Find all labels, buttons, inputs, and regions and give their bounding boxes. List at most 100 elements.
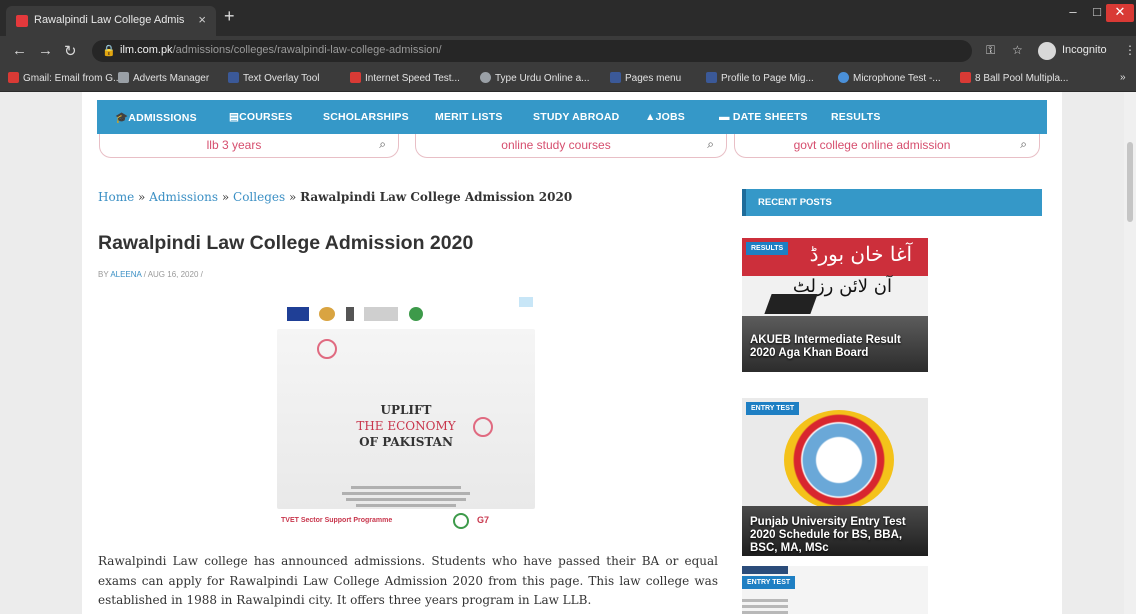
advertisement[interactable]: UPLIFT THE ECONOMY OF PAKISTAN TVET Sect…: [277, 295, 535, 535]
search-icon: ⌕: [707, 137, 714, 151]
ad-panel: UPLIFT THE ECONOMY OF PAKISTAN: [277, 329, 535, 509]
microphone-icon: [838, 72, 849, 83]
recent-post-card[interactable]: ENTRY TEST: [742, 566, 928, 614]
browser-toolbar: ← → ↻ 🔒 ilm.com.pk/admissions/colleges/r…: [0, 36, 1136, 66]
window-close-icon[interactable]: ✕: [1106, 4, 1134, 22]
university-logo-icon: [784, 410, 894, 510]
recent-post-card[interactable]: آغا خان بورڈ آن لائن رزلٹ RESULTS AKUEB …: [742, 238, 928, 372]
bookmark-item[interactable]: Type Urdu Online a...: [480, 72, 590, 84]
bookmark-label: 8 Ball Pool Multipla...: [975, 73, 1069, 84]
page-content: 🎓ADMISSIONS ▤COURSES SCHOLARSHIPS MERIT …: [82, 92, 1062, 614]
nav-item-scholarships[interactable]: SCHOLARSHIPS: [323, 111, 409, 123]
window-maximize-icon[interactable]: □: [1086, 4, 1108, 22]
ad-choices-icon[interactable]: [519, 297, 533, 307]
sidebar-header: RECENT POSTS: [742, 189, 1042, 216]
lightbulb-icon: [317, 339, 337, 359]
breadcrumb-admissions[interactable]: Admissions: [149, 190, 218, 204]
ad-fine-print: [339, 483, 473, 511]
recent-post-title[interactable]: AKUEB Intermediate Result 2020 Aga Khan …: [750, 334, 928, 360]
seal-icon: [453, 513, 469, 529]
nav-item-merit-lists[interactable]: MERIT LISTS: [435, 111, 503, 123]
url-path: /admissions/colleges/rawalpindi-law-coll…: [172, 44, 442, 56]
bookmark-item[interactable]: Gmail: Email from G...: [8, 72, 121, 84]
bookmark-item[interactable]: Adverts Manager: [118, 72, 209, 84]
site-favicon-icon: [16, 15, 28, 27]
bookmarks-overflow-icon[interactable]: »: [1120, 72, 1126, 83]
sponsor-logos: [287, 305, 447, 321]
breadcrumb-separator: »: [138, 190, 146, 204]
bookmark-item[interactable]: Pages menu: [610, 72, 681, 84]
breadcrumb-colleges[interactable]: Colleges: [233, 190, 285, 204]
tab-close-icon[interactable]: ×: [198, 12, 206, 27]
browser-tab[interactable]: Rawalpindi Law College Admiss ×: [6, 6, 216, 36]
nav-item-courses[interactable]: ▤COURSES: [229, 111, 292, 123]
search-icon: ⌕: [1020, 137, 1027, 151]
scrollbar-thumb[interactable]: [1127, 142, 1133, 222]
adverts-manager-icon: [118, 72, 129, 83]
bookmark-label: Text Overlay Tool: [243, 73, 320, 84]
emblem-icon: [345, 306, 354, 321]
post-date: / AUG 16, 2020 /: [143, 270, 203, 279]
ad-headline-3: OF PAKISTAN: [359, 435, 453, 449]
search-icon: ⌕: [379, 137, 386, 151]
page-scrollbar[interactable]: [1124, 92, 1136, 614]
bookmark-item[interactable]: 8 Ball Pool Multipla...: [960, 72, 1068, 84]
bookmark-label: Gmail: Email from G...: [23, 73, 122, 84]
search-suggestion-text: online study courses: [501, 138, 611, 152]
main-navigation: 🎓ADMISSIONS ▤COURSES SCHOLARSHIPS MERIT …: [97, 100, 1047, 134]
bookmark-label: Microphone Test -...: [853, 73, 941, 84]
window-minimize-icon[interactable]: –: [1062, 4, 1084, 22]
post-title: Rawalpindi Law College Admission 2020: [98, 232, 474, 254]
ad-headline-1: UPLIFT: [380, 403, 432, 417]
incognito-profile[interactable]: Incognito: [1038, 41, 1118, 61]
search-suggestion-text: govt college online admission: [793, 138, 951, 152]
nav-item-results[interactable]: RESULTS: [831, 111, 881, 123]
new-tab-button[interactable]: +: [224, 6, 235, 27]
speedtest-icon: [350, 72, 361, 83]
bookmark-item[interactable]: Internet Speed Test...: [350, 72, 460, 84]
browser-menu-icon[interactable]: ⋮: [1124, 43, 1136, 57]
nav-item-study-abroad[interactable]: STUDY ABROAD: [533, 111, 619, 123]
category-badge[interactable]: ENTRY TEST: [746, 402, 800, 415]
recent-post-title[interactable]: Punjab University Entry Test 2020 Schedu…: [750, 516, 928, 555]
breadcrumb-separator: »: [288, 190, 297, 204]
post-author[interactable]: ALEENA: [110, 270, 141, 279]
search-suggestion[interactable]: llb 3 years ⌕: [99, 134, 399, 158]
post-intro: Rawalpindi Law college has announced adm…: [98, 554, 718, 607]
post-thumbnail: [742, 596, 788, 614]
forward-icon[interactable]: →: [38, 42, 53, 59]
breadcrumb-separator: »: [221, 190, 230, 204]
nav-item-jobs[interactable]: ▲JOBS: [645, 111, 685, 123]
nav-item-admissions[interactable]: 🎓ADMISSIONS: [115, 111, 197, 124]
breadcrumb-home[interactable]: Home: [98, 190, 134, 204]
search-suggestion[interactable]: govt college online admission ⌕: [734, 134, 1040, 158]
sidebar-header-label: RECENT POSTS: [758, 197, 832, 208]
bookmark-item[interactable]: Microphone Test -...: [838, 72, 941, 84]
incognito-label: Incognito: [1062, 44, 1107, 56]
browser-tab-bar: Rawalpindi Law College Admiss × + – □ ✕: [0, 0, 1136, 36]
breadcrumb-current: Rawalpindi Law College Admission 2020: [300, 190, 573, 204]
bookmark-item[interactable]: Profile to Page Mig...: [706, 72, 814, 84]
facebook-icon: [706, 72, 717, 83]
reload-icon[interactable]: ↻: [64, 42, 77, 60]
facebook-icon: [228, 72, 239, 83]
url-host: ilm.com.pk: [120, 44, 173, 56]
eu-flag-icon: [287, 306, 309, 321]
post-by: BY: [98, 270, 109, 279]
category-badge[interactable]: ENTRY TEST: [742, 576, 796, 589]
search-suggestion[interactable]: online study courses ⌕: [415, 134, 727, 158]
post-thumbnail: [742, 566, 788, 574]
back-icon[interactable]: ←: [12, 42, 27, 59]
nav-item-date-sheets[interactable]: ▬ DATE SHEETS: [719, 111, 808, 123]
bookmark-item[interactable]: Text Overlay Tool: [228, 72, 320, 84]
recent-post-card[interactable]: ENTRY TEST Punjab University Entry Test …: [742, 398, 928, 556]
key-icon[interactable]: ⚿: [986, 43, 995, 58]
web-page: 🎓ADMISSIONS ▤COURSES SCHOLARSHIPS MERIT …: [0, 92, 1136, 614]
emblem-icon: [319, 306, 336, 321]
bookmark-star-icon[interactable]: ☆: [1012, 43, 1023, 57]
pakistan-seal-icon: [408, 306, 423, 321]
address-bar[interactable]: 🔒 ilm.com.pk/admissions/colleges/rawalpi…: [92, 40, 972, 62]
ad-footer-text: TVET Sector Support Programme: [281, 517, 393, 524]
incognito-icon: [1038, 42, 1056, 60]
category-badge[interactable]: RESULTS: [746, 242, 789, 255]
